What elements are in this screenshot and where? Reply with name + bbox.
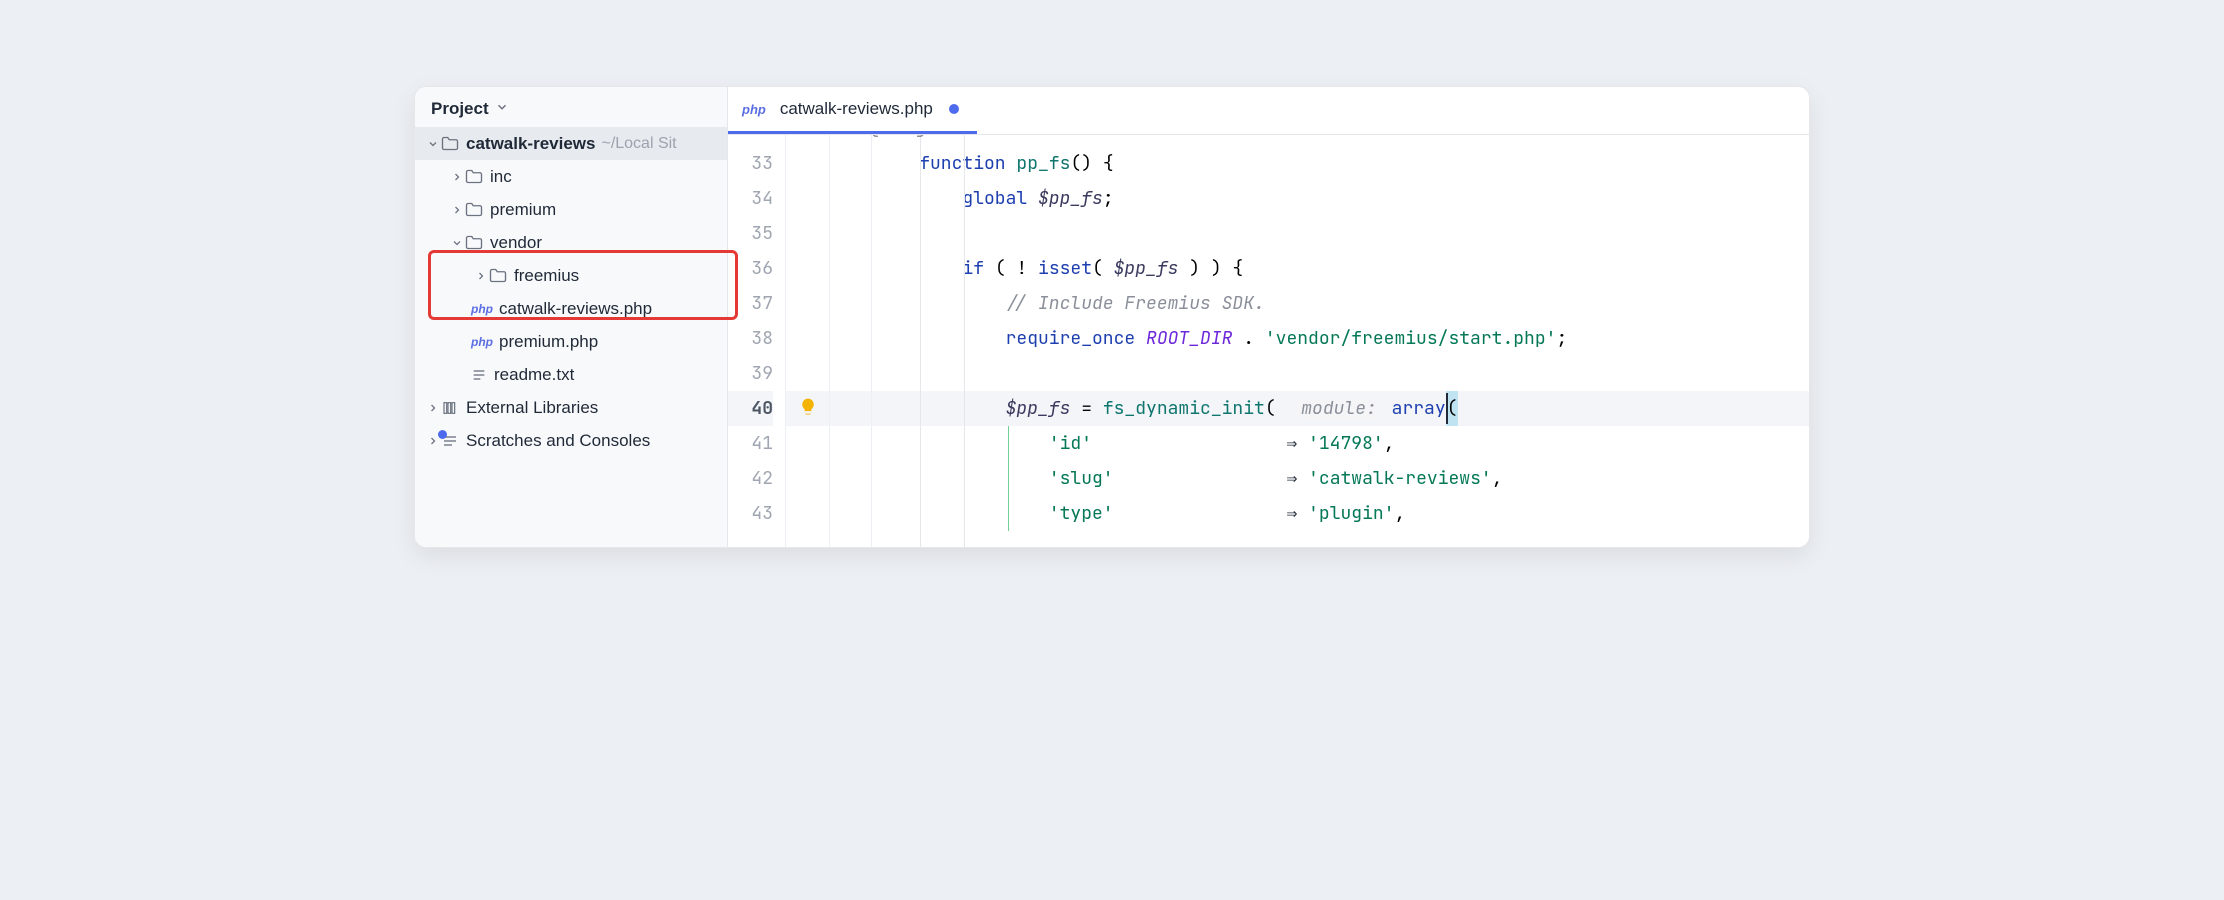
tree-root-label: catwalk-reviews bbox=[466, 134, 595, 154]
line-number: 39 bbox=[728, 356, 773, 391]
tree-label: inc bbox=[490, 167, 512, 187]
tree-label: readme.txt bbox=[494, 365, 574, 385]
chevron-right-icon[interactable] bbox=[449, 171, 465, 183]
code-line[interactable]: 'type' ⇒ 'plugin', bbox=[872, 496, 1809, 531]
dirty-indicator-icon bbox=[949, 104, 959, 114]
project-sidebar: Project catwalk-reviews ~/Local Sit bbox=[415, 87, 728, 547]
code-line[interactable]: 'slug' ⇒ 'catwalk-reviews', bbox=[872, 461, 1809, 496]
code-line[interactable]: if ( ! isset( $pp_fs ) ) { bbox=[872, 251, 1809, 286]
folder-icon bbox=[489, 268, 507, 283]
tree-label: vendor bbox=[490, 233, 542, 253]
line-number: 36 bbox=[728, 251, 773, 286]
line-number: 38 bbox=[728, 321, 773, 356]
php-icon: php bbox=[471, 302, 493, 316]
tree-label: Scratches and Consoles bbox=[466, 431, 650, 451]
tree-external-libraries[interactable]: External Libraries bbox=[415, 391, 727, 424]
code-content[interactable]: @usage function pp_fs() { global $pp_fs;… bbox=[872, 135, 1809, 547]
tree-label: premium bbox=[490, 200, 556, 220]
php-icon: php bbox=[742, 102, 766, 117]
line-number: 35 bbox=[728, 216, 773, 251]
scratches-icon bbox=[441, 433, 459, 449]
editor-pane: php catwalk-reviews.php 33 34 35 36 37 3… bbox=[728, 87, 1809, 547]
line-number-current: 40 bbox=[728, 391, 773, 426]
editor-tab-active[interactable]: php catwalk-reviews.php bbox=[728, 87, 977, 134]
code-line[interactable]: 'id' ⇒ '14798', bbox=[872, 426, 1809, 461]
code-area[interactable]: 33 34 35 36 37 38 39 40 41 42 43 bbox=[728, 135, 1809, 547]
library-icon bbox=[441, 400, 459, 416]
line-number: 34 bbox=[728, 181, 773, 216]
chevron-right-icon[interactable] bbox=[425, 402, 441, 414]
chevron-down-icon[interactable] bbox=[495, 100, 509, 119]
tree-item-vendor[interactable]: vendor bbox=[415, 226, 727, 259]
text-file-icon bbox=[471, 367, 487, 383]
gutter-line-numbers: 33 34 35 36 37 38 39 40 41 42 43 bbox=[728, 135, 786, 547]
gutter-fold[interactable] bbox=[830, 135, 872, 547]
folder-icon bbox=[465, 202, 483, 217]
tree-file-readme[interactable]: readme.txt bbox=[415, 358, 727, 391]
tree-file-main[interactable]: php catwalk-reviews.php bbox=[415, 292, 727, 325]
code-line[interactable] bbox=[872, 216, 1809, 251]
line-number: 33 bbox=[728, 146, 773, 181]
line-number: 41 bbox=[728, 426, 773, 461]
sidebar-title: Project bbox=[431, 99, 489, 119]
code-line[interactable] bbox=[872, 356, 1809, 391]
folder-icon bbox=[465, 169, 483, 184]
project-tree: catwalk-reviews ~/Local Sit inc bbox=[415, 127, 727, 547]
line-number: 43 bbox=[728, 496, 773, 531]
code-line-current[interactable]: $pp_fs = fs_dynamic_init( module: array( bbox=[872, 391, 1809, 426]
line-number: 42 bbox=[728, 461, 773, 496]
sidebar-header[interactable]: Project bbox=[415, 87, 727, 127]
tree-item-freemius[interactable]: freemius bbox=[415, 259, 727, 292]
tree-item-inc[interactable]: inc bbox=[415, 160, 727, 193]
php-icon: php bbox=[471, 335, 493, 349]
gutter-marks[interactable] bbox=[786, 135, 830, 547]
code-line[interactable]: require_once ROOT_DIR . 'vendor/freemius… bbox=[872, 321, 1809, 356]
tree-root[interactable]: catwalk-reviews ~/Local Sit bbox=[415, 127, 727, 160]
line-number: 37 bbox=[728, 286, 773, 321]
tree-label: External Libraries bbox=[466, 398, 598, 418]
tree-label: catwalk-reviews.php bbox=[499, 299, 652, 319]
tab-filename: catwalk-reviews.php bbox=[780, 99, 933, 119]
folder-icon bbox=[465, 235, 483, 250]
chevron-right-icon[interactable] bbox=[449, 204, 465, 216]
chevron-down-icon[interactable] bbox=[449, 237, 465, 249]
code-line[interactable]: global $pp_fs; bbox=[872, 181, 1809, 216]
ide-window: Project catwalk-reviews ~/Local Sit bbox=[414, 86, 1810, 548]
chevron-down-icon[interactable] bbox=[425, 138, 441, 150]
chevron-right-icon[interactable] bbox=[473, 270, 489, 282]
tree-scratches[interactable]: Scratches and Consoles bbox=[415, 424, 727, 457]
tree-item-premium[interactable]: premium bbox=[415, 193, 727, 226]
editor-tabs: php catwalk-reviews.php bbox=[728, 87, 1809, 135]
tree-root-path: ~/Local Sit bbox=[601, 135, 676, 153]
code-line[interactable]: function pp_fs() { bbox=[872, 146, 1809, 181]
folder-icon bbox=[441, 136, 459, 151]
tree-label: premium.php bbox=[499, 332, 598, 352]
code-line[interactable]: // Include Freemius SDK. bbox=[872, 286, 1809, 321]
tree-label: freemius bbox=[514, 266, 579, 286]
lightbulb-icon[interactable] bbox=[786, 397, 830, 417]
tree-file-premium[interactable]: php premium.php bbox=[415, 325, 727, 358]
